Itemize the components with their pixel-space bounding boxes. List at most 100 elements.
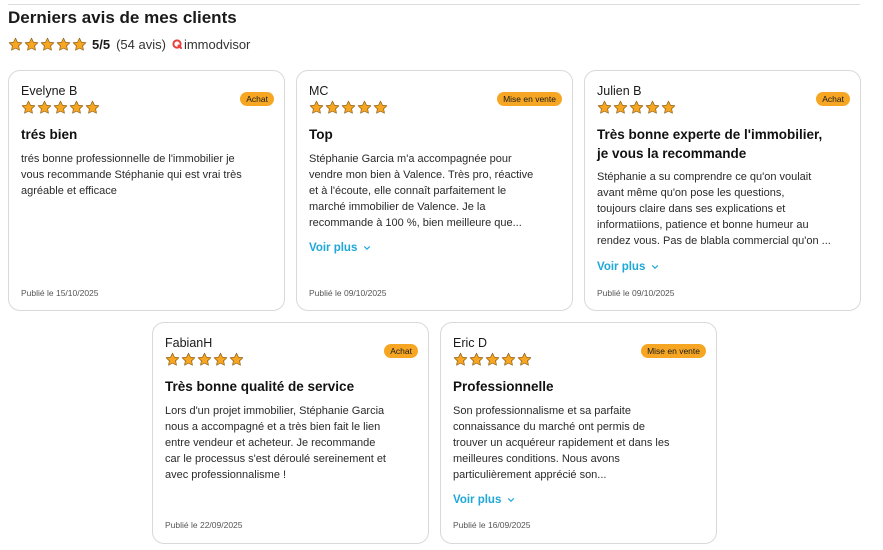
summary-stars	[8, 37, 87, 52]
review-text-line: Lors d'un projet immobilier, Stéphanie G…	[165, 405, 385, 417]
star-icon	[69, 100, 84, 115]
review-title: Professionnelle	[453, 379, 554, 394]
star-icon	[21, 100, 36, 115]
review-title: Top	[309, 127, 333, 142]
review-title: trés bien	[21, 127, 78, 142]
review-text-line: rendez vous. Pas de blabla commercial qu…	[597, 235, 831, 247]
star-icon	[517, 352, 532, 367]
transaction-badge: Achat	[384, 344, 418, 358]
review-text-line: informatiions, patience et bonne humeur …	[597, 219, 809, 231]
review-text-line: connaissance du marché ont permis de	[453, 421, 645, 433]
review-text-line: avant même qu'on pose les questions,	[597, 187, 785, 199]
review-text: Stéphanie a su comprendre ce qu'on voula…	[597, 169, 831, 249]
review-title-line: Très bonne experte de l'immobilier,	[597, 127, 823, 142]
review-text-line: vendre mon bien à Valence. Très pro, réa…	[309, 169, 534, 181]
star-icon	[357, 100, 372, 115]
review-text-line: et à l'écoute, elle connaît parfaitement…	[309, 185, 507, 197]
star-icon	[325, 100, 340, 115]
star-icon	[56, 37, 71, 52]
rating-score: 5/5	[92, 36, 111, 52]
review-text-line: Stéphanie Garcia m'a accompagnée pour	[309, 153, 512, 165]
star-icon	[597, 100, 612, 115]
star-icon	[341, 100, 356, 115]
review-text-line: trés bonne professionnelle de l'immobili…	[21, 153, 235, 165]
star-icon	[229, 352, 244, 367]
review-title: Très bonne qualité de service	[165, 379, 355, 394]
review-date: Publié le 09/10/2025	[597, 288, 675, 298]
review-text-line: marché immobilier de Valence. Je la	[309, 201, 486, 213]
review-date: Publié le 16/09/2025	[453, 520, 531, 530]
star-icon	[197, 352, 212, 367]
star-icon	[181, 352, 196, 367]
star-icon	[85, 100, 100, 115]
see-more-label: Voir plus	[453, 494, 502, 506]
review-text: Son professionnalisme et sa parfaite con…	[453, 403, 669, 483]
star-icon	[485, 352, 500, 367]
review-text: Lors d'un projet immobilier, Stéphanie G…	[165, 403, 386, 483]
star-icon	[469, 352, 484, 367]
review-text-line: nous a accompagné et a très bien fait le…	[165, 421, 381, 433]
review-author: MC	[309, 84, 329, 98]
chevron-down-icon	[507, 496, 515, 504]
brand-link[interactable]: immodvisor	[172, 37, 250, 52]
transaction-badge: Achat	[240, 92, 274, 106]
review-author: FabianH	[165, 336, 213, 350]
review-text-line: avec professionnalisme !	[165, 469, 287, 481]
review-stars	[165, 352, 244, 367]
review-text-line: car le processus s'est déroulé sereineme…	[165, 453, 386, 465]
review-text: Stéphanie Garcia m'a accompagnée pour ve…	[309, 151, 533, 231]
star-icon	[8, 37, 23, 52]
star-icon	[72, 37, 87, 52]
star-icon	[501, 352, 516, 367]
see-more-label: Voir plus	[309, 242, 358, 254]
review-text-line: Son professionnalisme et sa parfaite	[453, 405, 631, 417]
review-author: Julien B	[597, 84, 642, 98]
review-date: Publié le 15/10/2025	[21, 288, 99, 298]
star-icon	[37, 100, 52, 115]
review-stars	[309, 100, 388, 115]
star-icon	[53, 100, 68, 115]
star-icon	[661, 100, 676, 115]
star-icon	[645, 100, 660, 115]
review-text-line: vous recommande Stéphanie qui est vrai t…	[21, 169, 242, 181]
see-more-link[interactable]: Voir plus	[309, 242, 371, 254]
review-card: MC Mise en vente Top Stéphanie Garcia m'…	[296, 70, 573, 311]
top-divider	[8, 4, 860, 5]
section-title: Derniers avis de mes clients	[8, 8, 237, 27]
chevron-down-icon	[363, 244, 371, 252]
review-stars	[597, 100, 676, 115]
review-date: Publié le 09/10/2025	[309, 288, 387, 298]
review-text: trés bonne professionnelle de l'immobili…	[21, 151, 242, 199]
review-text-line: recommande à 100 %, bien meilleure que..…	[309, 217, 522, 229]
star-icon	[24, 37, 39, 52]
review-card: FabianH Achat Très bonne qualité de serv…	[152, 322, 429, 544]
review-text-line: Stéphanie a su comprendre ce qu'on voula…	[597, 171, 812, 183]
star-icon	[213, 352, 228, 367]
review-title: Très bonne experte de l'immobilier, je v…	[597, 125, 822, 163]
rating-summary: 5/5 (54 avis) immodvisor	[8, 36, 250, 52]
review-card: Julien B Achat Très bonne experte de l'i…	[584, 70, 861, 311]
transaction-badge: Mise en vente	[497, 92, 562, 106]
star-icon	[40, 37, 55, 52]
star-icon	[165, 352, 180, 367]
see-more-link[interactable]: Voir plus	[453, 494, 515, 506]
see-more-link[interactable]: Voir plus	[597, 261, 659, 273]
review-text-line: agréable et efficace	[21, 185, 117, 197]
review-date: Publié le 22/09/2025	[165, 520, 243, 530]
brand-name: immodvisor	[183, 36, 251, 52]
chevron-down-icon	[651, 263, 659, 271]
review-text-line: particulièrement apprécié son...	[453, 469, 607, 481]
review-title-line: je vous la recommande	[597, 146, 747, 161]
review-count[interactable]: (54 avis)	[116, 37, 166, 52]
review-stars	[453, 352, 532, 367]
see-more-label: Voir plus	[597, 261, 646, 273]
review-text-line: trouver un acquéreur rapidement et dans …	[453, 437, 670, 449]
transaction-badge: Achat	[816, 92, 850, 106]
review-author: Evelyne B	[21, 84, 78, 98]
star-icon	[629, 100, 644, 115]
star-icon	[453, 352, 468, 367]
review-text-line: meilleures conditions. Nous avons	[453, 453, 620, 465]
review-stars	[21, 100, 100, 115]
immodvisor-logo-icon	[172, 39, 182, 49]
star-icon	[613, 100, 628, 115]
